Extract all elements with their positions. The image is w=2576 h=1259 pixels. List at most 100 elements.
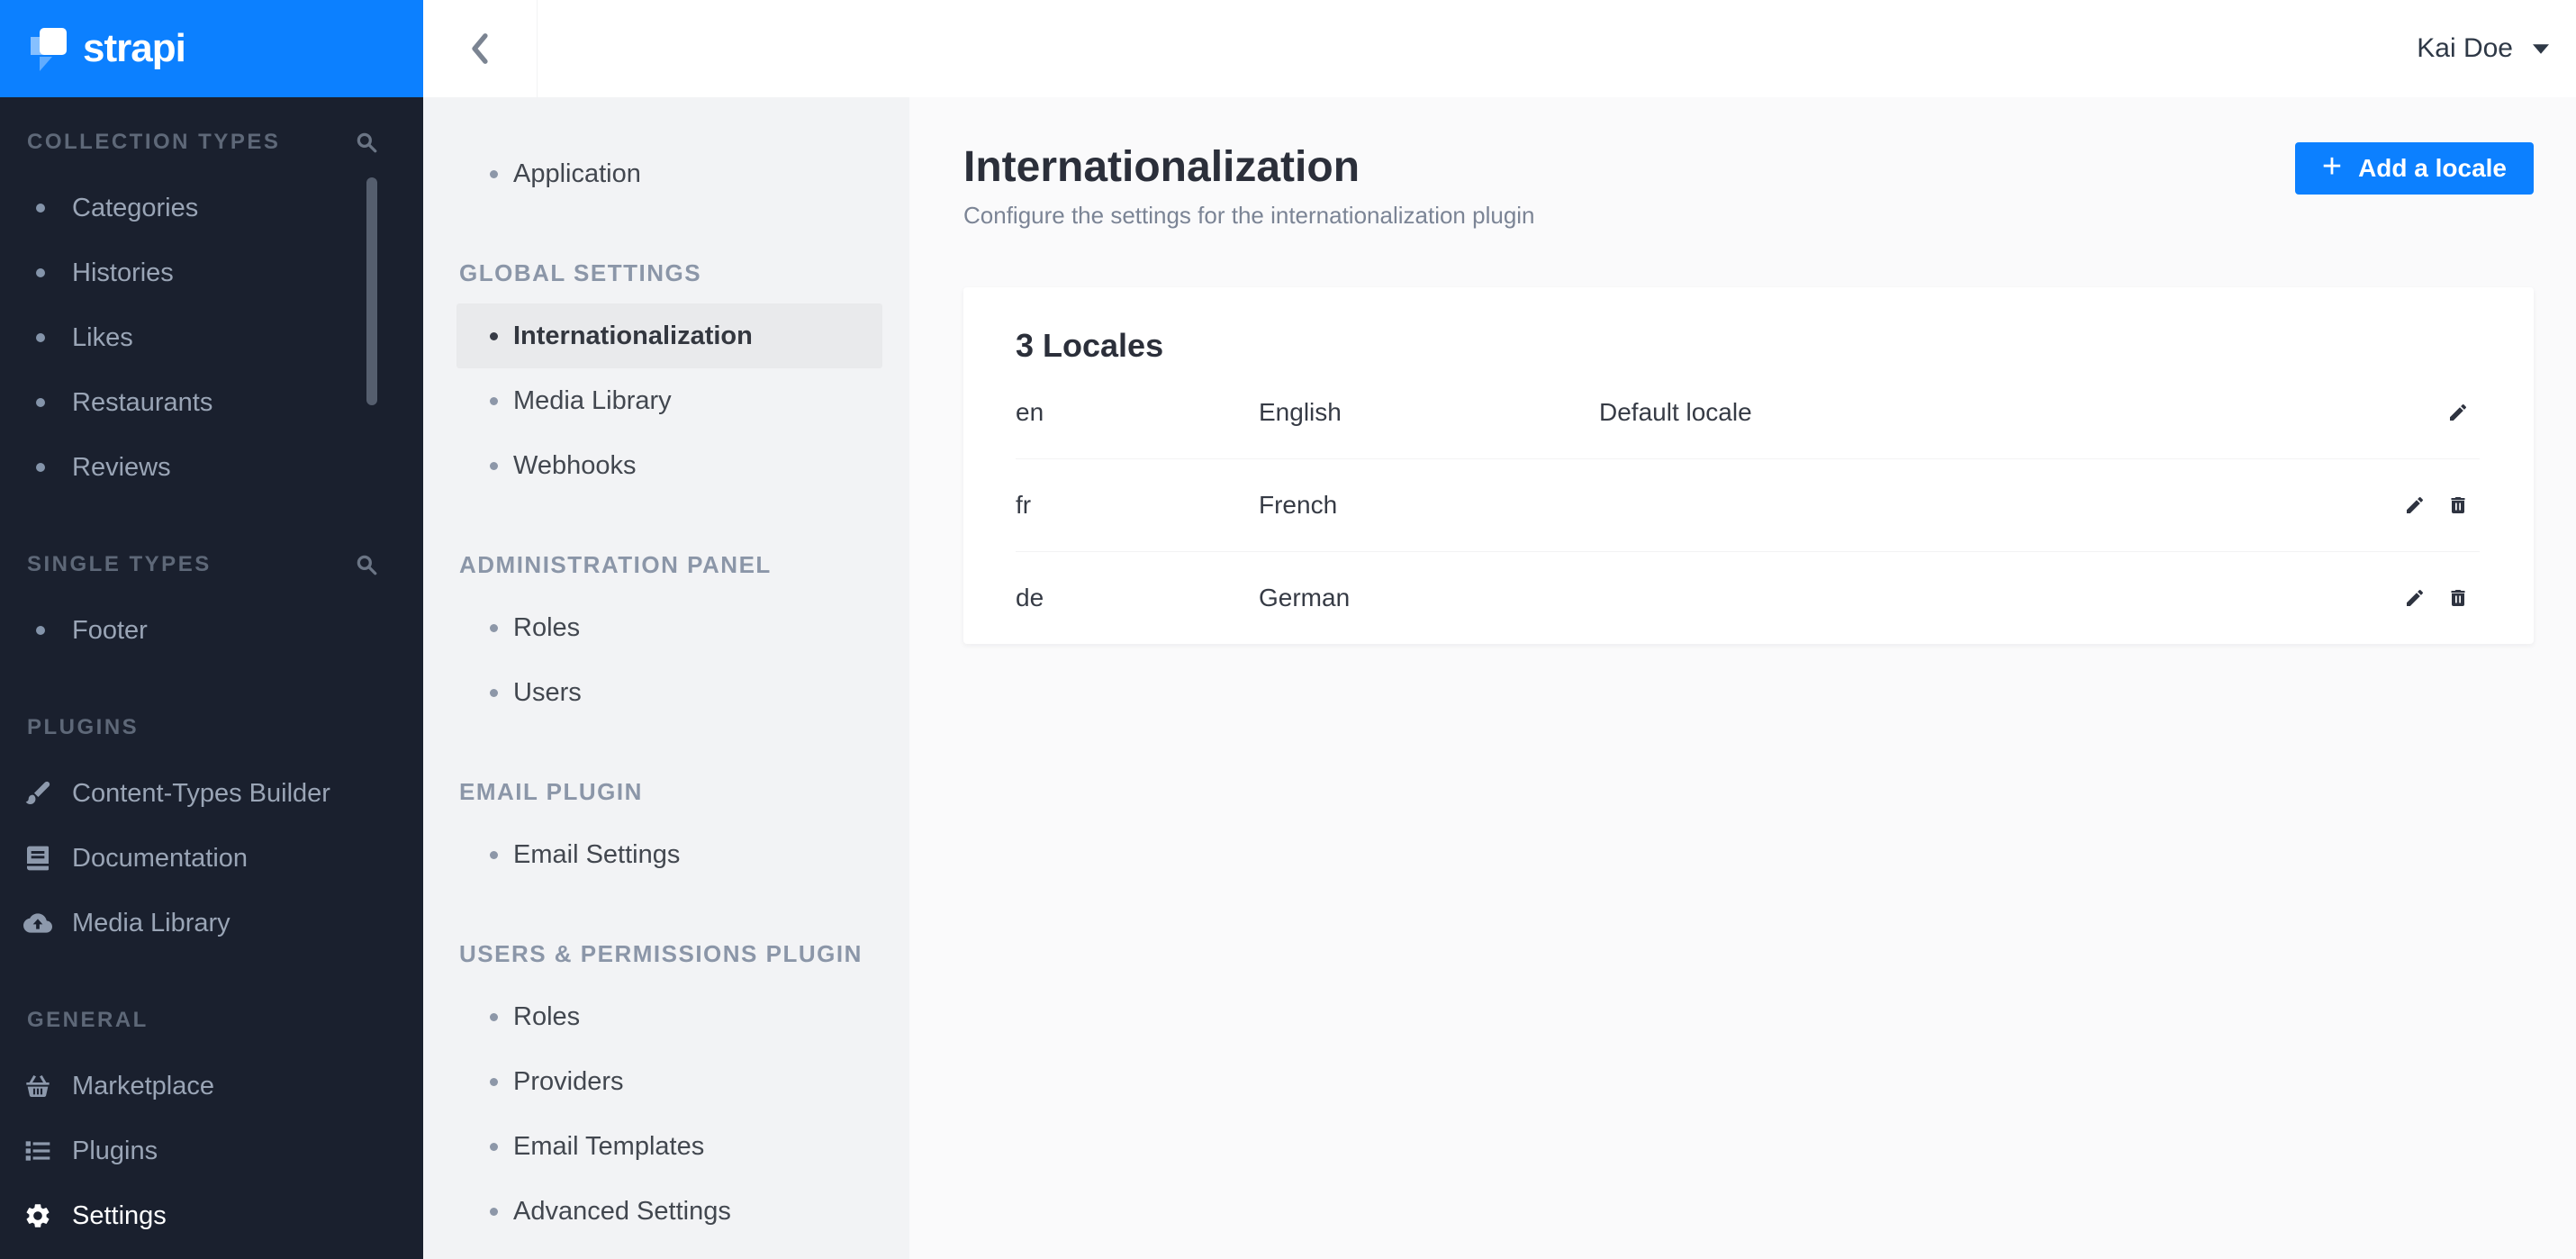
sidebar-item-reviews[interactable]: Reviews bbox=[0, 435, 423, 500]
main-sidebar: strapi COLLECTION TYPES Categories Histo… bbox=[0, 0, 423, 1259]
sidebar-item-restaurants[interactable]: Restaurants bbox=[0, 370, 423, 435]
locale-code: de bbox=[1016, 584, 1044, 611]
locale-default-note: Default locale bbox=[1599, 398, 1752, 426]
gear-icon bbox=[26, 1204, 50, 1227]
book-icon bbox=[27, 846, 49, 871]
trash-icon bbox=[2451, 590, 2465, 606]
settings-section-email-plugin: EMAIL PLUGIN bbox=[459, 777, 643, 805]
bullet-icon bbox=[490, 169, 498, 178]
main-content: Internationalization Configure the setti… bbox=[909, 97, 2576, 1259]
bullet-icon bbox=[490, 396, 498, 405]
edit-locale-button[interactable] bbox=[2404, 587, 2426, 609]
bullet-icon bbox=[36, 268, 45, 277]
bullet-icon bbox=[490, 623, 498, 632]
bullet-icon bbox=[490, 331, 498, 340]
sidebar-item-categories[interactable]: Categories bbox=[0, 176, 423, 240]
page-header-text: Internationalization Configure the setti… bbox=[963, 142, 1535, 231]
locale-name: French bbox=[1259, 491, 1338, 519]
sidebar-item-marketplace[interactable]: Marketplace bbox=[0, 1054, 423, 1119]
pencil-icon bbox=[2407, 497, 2423, 513]
user-name: Kai Doe bbox=[2417, 33, 2513, 63]
settings-nav-admin-users[interactable]: Users bbox=[456, 660, 882, 725]
paintbrush-icon bbox=[25, 781, 50, 804]
sidebar-item-footer[interactable]: Footer bbox=[0, 598, 423, 663]
bullet-icon bbox=[490, 1077, 498, 1086]
delete-locale-button[interactable] bbox=[2447, 587, 2469, 609]
brand-name: strapi bbox=[83, 26, 186, 70]
sidebar-item-media-library[interactable]: Media Library bbox=[0, 891, 423, 956]
pencil-icon bbox=[2450, 404, 2466, 421]
page-subtitle: Configure the settings for the internati… bbox=[963, 202, 1535, 229]
settings-nav-providers[interactable]: Providers bbox=[456, 1049, 882, 1114]
section-plugins: PLUGINS bbox=[27, 715, 140, 739]
sidebar-item-content-types-builder[interactable]: Content-Types Builder bbox=[0, 761, 423, 826]
sidebar-item-documentation[interactable]: Documentation bbox=[0, 826, 423, 891]
sidebar-item-plugins[interactable]: Plugins bbox=[0, 1119, 423, 1183]
edit-locale-button[interactable] bbox=[2404, 494, 2426, 516]
content-row: Application GLOBAL SETTINGS Internationa… bbox=[423, 97, 2576, 1259]
settings-nav-internationalization[interactable]: Internationalization bbox=[456, 303, 882, 368]
bullet-icon bbox=[490, 1207, 498, 1216]
locale-row-en: en English Default locale bbox=[963, 367, 2534, 458]
caret-down-icon bbox=[2533, 43, 2549, 54]
section-single-types: SINGLE TYPES bbox=[0, 545, 423, 584]
locales-card: 3 Locales en English Default locale fr F… bbox=[963, 287, 2534, 644]
settings-nav-application[interactable]: Application bbox=[456, 141, 882, 206]
locale-code: fr bbox=[1016, 491, 1032, 519]
bullet-icon bbox=[36, 626, 45, 635]
sidebar-item-settings[interactable]: Settings bbox=[0, 1183, 423, 1248]
locale-name: English bbox=[1259, 398, 1342, 426]
page-header: Internationalization Configure the setti… bbox=[963, 142, 2534, 231]
chevron-left-icon bbox=[472, 33, 488, 64]
strapi-logo[interactable]: strapi bbox=[0, 0, 423, 97]
locale-code: en bbox=[1016, 398, 1044, 426]
settings-nav-advanced-settings[interactable]: Advanced Settings bbox=[456, 1179, 882, 1244]
edit-locale-button[interactable] bbox=[2447, 402, 2469, 423]
settings-section-users-permissions-plugin: USERS & PERMISSIONS PLUGIN bbox=[459, 939, 863, 967]
page-title: Internationalization bbox=[963, 143, 1360, 191]
bullet-icon bbox=[490, 1012, 498, 1021]
bullet-icon bbox=[490, 461, 498, 470]
basket-icon bbox=[26, 1075, 50, 1098]
row-actions bbox=[2404, 587, 2469, 609]
bullet-icon bbox=[490, 850, 498, 859]
content-shell: Kai Doe Application GLOBAL SETTINGS Inte… bbox=[423, 0, 2576, 1259]
settings-section-global-settings: GLOBAL SETTINGS bbox=[459, 258, 702, 286]
bullet-icon bbox=[490, 1142, 498, 1151]
cloud-upload-icon bbox=[23, 913, 52, 933]
bullet-icon bbox=[36, 333, 45, 342]
delete-locale-button[interactable] bbox=[2447, 494, 2469, 516]
sidebar-item-likes[interactable]: Likes bbox=[0, 305, 423, 370]
settings-sidebar: Application GLOBAL SETTINGS Internationa… bbox=[423, 97, 909, 1259]
search-icon[interactable] bbox=[355, 553, 378, 576]
bullet-icon bbox=[36, 204, 45, 213]
sidebar-scrollbar-thumb[interactable] bbox=[366, 177, 377, 405]
plus-icon: + bbox=[2321, 148, 2343, 186]
settings-section-administration-panel: ADMINISTRATION PANEL bbox=[459, 550, 772, 578]
settings-nav-email-settings[interactable]: Email Settings bbox=[456, 822, 882, 887]
search-icon[interactable] bbox=[355, 131, 378, 154]
top-header: Kai Doe bbox=[423, 0, 2576, 97]
section-general: GENERAL bbox=[27, 1008, 149, 1032]
bullet-icon bbox=[490, 688, 498, 697]
locale-row-de: de German bbox=[963, 552, 2534, 644]
section-collection-types: COLLECTION TYPES bbox=[0, 122, 423, 162]
locales-card-heading: 3 Locales bbox=[1016, 327, 1164, 364]
bullet-icon bbox=[36, 463, 45, 472]
back-button[interactable] bbox=[423, 0, 538, 97]
settings-nav-email-templates[interactable]: Email Templates bbox=[456, 1114, 882, 1179]
add-locale-button[interactable]: + Add a locale bbox=[2294, 142, 2534, 195]
row-actions bbox=[2447, 402, 2469, 423]
trash-icon bbox=[2451, 497, 2465, 513]
settings-nav-media-library[interactable]: Media Library bbox=[456, 368, 882, 433]
strapi-logo-icon bbox=[31, 28, 67, 71]
settings-nav-webhooks[interactable]: Webhooks bbox=[456, 433, 882, 498]
user-menu[interactable]: Kai Doe bbox=[2417, 0, 2549, 97]
settings-nav-admin-roles[interactable]: Roles bbox=[456, 595, 882, 660]
sidebar-item-histories[interactable]: Histories bbox=[0, 240, 423, 305]
pencil-icon bbox=[2407, 590, 2423, 606]
locale-name: German bbox=[1259, 584, 1351, 611]
row-actions bbox=[2404, 494, 2469, 516]
bullet-icon bbox=[36, 398, 45, 407]
settings-nav-up-roles[interactable]: Roles bbox=[456, 984, 882, 1049]
